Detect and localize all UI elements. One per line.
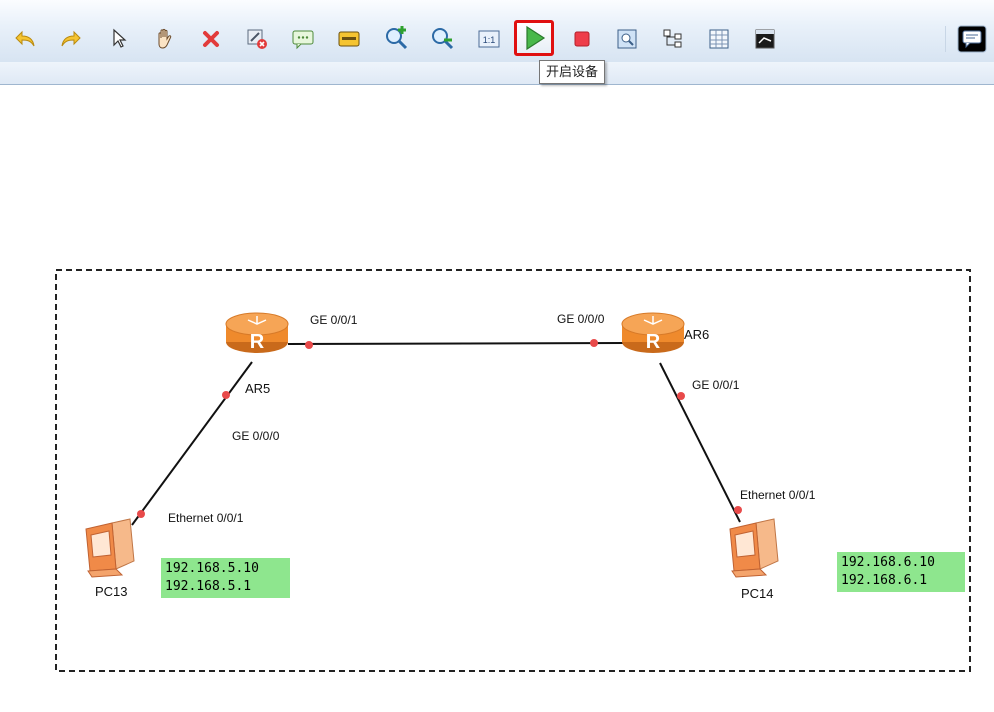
console-icon[interactable] — [750, 24, 780, 54]
delete-icon[interactable] — [196, 24, 226, 54]
pc13-icon[interactable] — [85, 518, 135, 578]
port-dot — [137, 510, 145, 518]
topology-svg: R R — [55, 269, 971, 672]
pc14-icon[interactable] — [729, 518, 779, 578]
svg-text:R: R — [646, 331, 661, 353]
port-dot — [734, 506, 742, 514]
svg-text:1:1: 1:1 — [483, 35, 496, 45]
pc14-ip-note[interactable]: 192.168.6.10 192.168.6.1 — [837, 552, 965, 592]
router-ar6-icon[interactable]: R — [621, 312, 685, 353]
device-name-ar6: AR6 — [684, 327, 710, 342]
link-ar5-ar6[interactable] — [287, 342, 625, 345]
pc14-gateway: 192.168.6.1 — [841, 573, 928, 588]
svg-text:R: R — [250, 331, 265, 353]
capture-icon[interactable] — [612, 24, 642, 54]
start-devices-button[interactable] — [514, 20, 554, 56]
start-devices-tooltip: 开启设备 — [539, 60, 606, 84]
fit-1-1-icon[interactable]: 1:1 — [474, 24, 504, 54]
hand-icon[interactable] — [150, 24, 180, 54]
delete-link-icon[interactable] — [242, 24, 272, 54]
pc14-ip-address: 192.168.6.10 — [841, 555, 935, 570]
area-frame — [55, 269, 971, 672]
cursor-icon[interactable] — [104, 24, 134, 54]
link-ar5-pc13[interactable] — [131, 361, 253, 526]
zoom-out-icon[interactable] — [428, 24, 458, 54]
device-name-pc14: PC14 — [741, 586, 774, 601]
port-label-pc13-eth: Ethernet 0/0/1 — [168, 511, 244, 525]
device-name-pc13: PC13 — [95, 584, 128, 599]
pc13-ip-address: 192.168.5.10 — [165, 561, 259, 576]
port-label-ar6-ge000: GE 0/0/0 — [557, 312, 605, 326]
pc13-gateway: 192.168.5.1 — [165, 579, 252, 594]
port-label-pc14-eth: Ethernet 0/0/1 — [740, 488, 816, 502]
port-label-ar5-ge000: GE 0/0/0 — [232, 429, 280, 443]
undo-icon[interactable] — [10, 24, 40, 54]
port-dot — [590, 339, 598, 347]
grid-icon[interactable] — [704, 24, 734, 54]
port-label-ar5-ge001: GE 0/0/1 — [310, 313, 358, 327]
toolbar-separator — [945, 26, 946, 52]
router-ar5-icon[interactable]: R — [225, 312, 289, 353]
redo-icon[interactable] — [56, 24, 86, 54]
toolbar: 1:1 — [0, 0, 994, 63]
pc13-ip-note[interactable]: 192.168.5.10 192.168.5.1 — [161, 558, 290, 598]
zoom-in-icon[interactable] — [382, 24, 412, 54]
toolbar-bottom-bar — [0, 62, 994, 85]
port-dot — [305, 341, 313, 349]
text-box-icon[interactable] — [288, 24, 318, 54]
chat-icon[interactable] — [956, 24, 988, 54]
rectangle-icon[interactable] — [334, 24, 364, 54]
stop-icon[interactable] — [567, 24, 597, 54]
topology-canvas[interactable]: R R GE 0/0/1 GE 0/0/0 GE 0/0/0 GE 0/0/1 … — [0, 85, 994, 712]
port-dot — [222, 391, 230, 399]
device-name-ar5: AR5 — [245, 381, 271, 396]
topology-icon[interactable] — [658, 24, 688, 54]
port-label-ar6-ge001: GE 0/0/1 — [692, 378, 740, 392]
port-dot — [677, 392, 685, 400]
